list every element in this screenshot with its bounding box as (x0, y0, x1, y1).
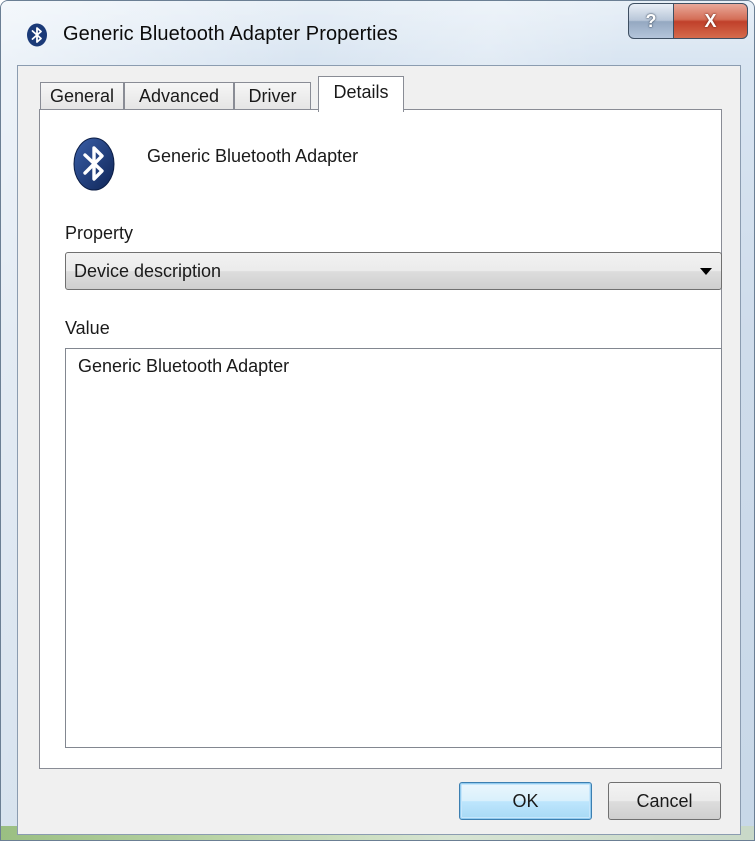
dialog-client-area: General Advanced Driver Details Generic … (17, 65, 741, 835)
help-icon: ? (645, 10, 657, 31)
value-list[interactable]: Generic Bluetooth Adapter (65, 348, 722, 748)
tab-general[interactable]: General (40, 82, 124, 110)
cancel-button[interactable]: Cancel (608, 782, 721, 820)
window-title: Generic Bluetooth Adapter Properties (63, 23, 398, 45)
bluetooth-icon (27, 23, 47, 47)
value-label: Value (65, 318, 110, 338)
help-button[interactable]: ? (628, 3, 674, 39)
dropdown-arrow-icon[interactable] (700, 268, 712, 275)
title-bar[interactable]: Generic Bluetooth Adapter Properties ? X (1, 1, 754, 65)
list-item[interactable]: Generic Bluetooth Adapter (78, 356, 289, 377)
tab-advanced[interactable]: Advanced (124, 82, 234, 110)
device-name: Generic Bluetooth Adapter (147, 146, 359, 166)
tab-driver[interactable]: Driver (234, 82, 311, 110)
properties-window: Generic Bluetooth Adapter Properties ? X… (0, 0, 755, 841)
property-selected-value: Device description (74, 261, 222, 281)
bluetooth-device-icon (73, 137, 115, 191)
property-dropdown[interactable]: Device description (65, 252, 722, 290)
tab-details[interactable]: Details (318, 76, 404, 112)
close-button[interactable]: X (674, 3, 748, 39)
ok-button[interactable]: OK (459, 782, 592, 820)
property-label: Property (65, 223, 134, 243)
caption-buttons: ? X (628, 3, 748, 39)
close-icon: X (704, 10, 717, 31)
details-tab-panel: Generic Bluetooth Adapter Property Devic… (39, 109, 722, 769)
